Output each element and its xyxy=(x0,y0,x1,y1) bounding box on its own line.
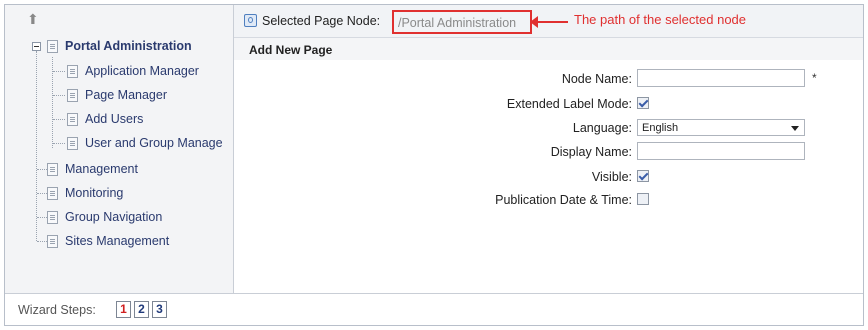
selected-page-node-label: Selected Page Node: xyxy=(262,14,381,28)
page-icon xyxy=(47,210,58,224)
display-name-input[interactable] xyxy=(637,142,805,160)
selected-node-bar: Selected Page Node: /Portal Administrati… xyxy=(234,5,863,38)
tree-node-label: User and Group Manage xyxy=(85,136,223,150)
collapse-toggle-icon[interactable] xyxy=(32,42,41,51)
page-node-wizard: ⬆ Portal Administration Application Mana… xyxy=(4,4,864,326)
visible-checkbox[interactable] xyxy=(637,170,649,182)
wizard-steps-label: Wizard Steps: xyxy=(18,303,96,317)
page-icon xyxy=(67,64,78,78)
publication-date-time-label: Publication Date & Time: xyxy=(495,193,632,207)
selected-node-icon xyxy=(244,14,257,27)
extended-label-mode-label: Extended Label Mode: xyxy=(506,97,632,111)
tree-node-label: Page Manager xyxy=(85,88,168,102)
wizard-step-3[interactable]: 3 xyxy=(152,301,167,318)
language-select[interactable]: English xyxy=(637,119,805,136)
tree-node-page-manager[interactable]: Page Manager xyxy=(67,88,167,102)
tree-node-application-manager[interactable]: Application Manager xyxy=(67,64,199,78)
page-icon xyxy=(67,112,78,126)
tree-node-label: Portal Administration xyxy=(65,39,192,53)
tree-node-portal-administration[interactable]: Portal Administration xyxy=(47,39,192,53)
tree-node-sites-management[interactable]: Sites Management xyxy=(47,234,169,248)
tree-node-label: Add Users xyxy=(85,112,144,126)
page-icon xyxy=(47,162,58,176)
selected-node-path-text: /Portal Administration xyxy=(398,16,517,30)
required-mark: * xyxy=(812,71,817,85)
page-icon xyxy=(47,234,58,248)
visible-row: Visible: xyxy=(234,167,865,187)
extended-label-mode-row: Extended Label Mode: xyxy=(234,94,865,114)
tree-node-monitoring[interactable]: Monitoring xyxy=(47,186,123,200)
extended-label-mode-checkbox[interactable] xyxy=(637,97,649,109)
node-name-row: Node Name: * xyxy=(234,69,865,89)
display-name-label: Display Name: xyxy=(550,145,632,159)
tree-node-label: Monitoring xyxy=(65,186,124,200)
up-arrow-icon[interactable]: ⬆ xyxy=(27,11,41,27)
tree-node-management[interactable]: Management xyxy=(47,162,138,176)
page-icon xyxy=(67,136,78,150)
language-row: Language: English xyxy=(234,118,865,138)
publication-row: Publication Date & Time: xyxy=(234,190,865,210)
tree-node-label: Management xyxy=(65,162,138,176)
tree-node-group-navigation[interactable]: Group Navigation xyxy=(47,210,162,224)
page-icon xyxy=(47,186,58,200)
tree-node-user-and-group-manager[interactable]: User and Group Manage xyxy=(67,136,223,150)
callout-arrow-icon xyxy=(530,16,568,28)
section-title: Add New Page xyxy=(249,43,333,57)
wizard-step-1[interactable]: 1 xyxy=(116,301,131,318)
node-name-input[interactable] xyxy=(637,69,805,87)
wizard-steps-bar: Wizard Steps: 1 2 3 xyxy=(5,293,863,325)
page-icon xyxy=(47,39,58,53)
display-name-row: Display Name: xyxy=(234,142,865,162)
language-value: English xyxy=(642,122,679,134)
visible-label: Visible: xyxy=(591,170,632,184)
tree-node-label: Sites Management xyxy=(65,234,170,248)
callout-annotation: The path of the selected node xyxy=(574,12,747,27)
tree-node-label: Application Manager xyxy=(85,64,199,78)
language-label: Language: xyxy=(572,121,632,135)
page-icon xyxy=(67,88,78,102)
publication-date-time-checkbox[interactable] xyxy=(637,193,649,205)
section-header: Add New Page xyxy=(234,38,863,60)
tree-node-label: Group Navigation xyxy=(65,210,163,224)
wizard-step-2[interactable]: 2 xyxy=(134,301,149,318)
node-name-label: Node Name: xyxy=(561,72,632,86)
chevron-down-icon xyxy=(791,126,799,131)
tree-node-add-users[interactable]: Add Users xyxy=(67,112,143,126)
selected-node-path: /Portal Administration xyxy=(392,10,532,34)
node-tree-panel: ⬆ Portal Administration Application Mana… xyxy=(5,5,234,293)
